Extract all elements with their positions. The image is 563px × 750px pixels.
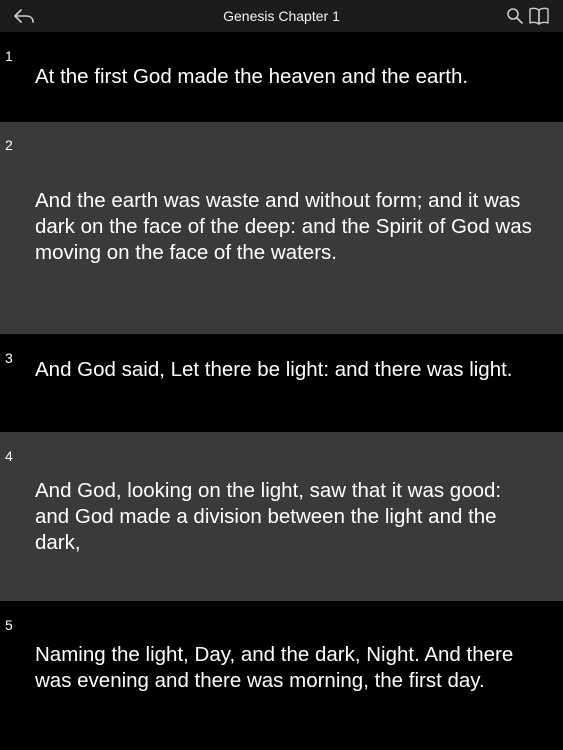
verse-number: 5 <box>5 617 13 633</box>
search-button[interactable] <box>506 7 524 25</box>
verse-text: And God, looking on the light, saw that … <box>35 479 502 554</box>
bible-reader-screen: Genesis Chapter 1 1 At the first God mad… <box>0 0 563 750</box>
verse-text: Naming the light, Day, and the dark, Nig… <box>35 643 514 692</box>
verse-row-2[interactable]: 2 And the earth was waste and without fo… <box>0 122 563 334</box>
search-icon <box>507 8 523 24</box>
book-icon <box>529 7 549 25</box>
verse-text: At the first God made the heaven and the… <box>35 65 469 88</box>
books-button[interactable] <box>528 6 550 26</box>
verse-number: 2 <box>5 137 13 153</box>
top-navigation-bar: Genesis Chapter 1 <box>0 0 563 32</box>
verse-number: 1 <box>5 48 13 64</box>
verse-text: And God said, Let there be light: and th… <box>35 358 513 381</box>
verse-row-4[interactable]: 4 And God, looking on the light, saw tha… <box>0 432 563 601</box>
verse-number: 4 <box>5 448 13 464</box>
chapter-title: Genesis Chapter 1 <box>223 8 340 24</box>
verse-text: And the earth was waste and without form… <box>35 189 532 264</box>
verse-number: 3 <box>5 350 13 366</box>
verse-row-5[interactable]: 5 Naming the light, Day, and the dark, N… <box>0 601 563 750</box>
verse-row-1[interactable]: 1 At the first God made the heaven and t… <box>0 32 563 122</box>
verse-row-3[interactable]: 3 And God said, Let there be light: and … <box>0 334 563 432</box>
